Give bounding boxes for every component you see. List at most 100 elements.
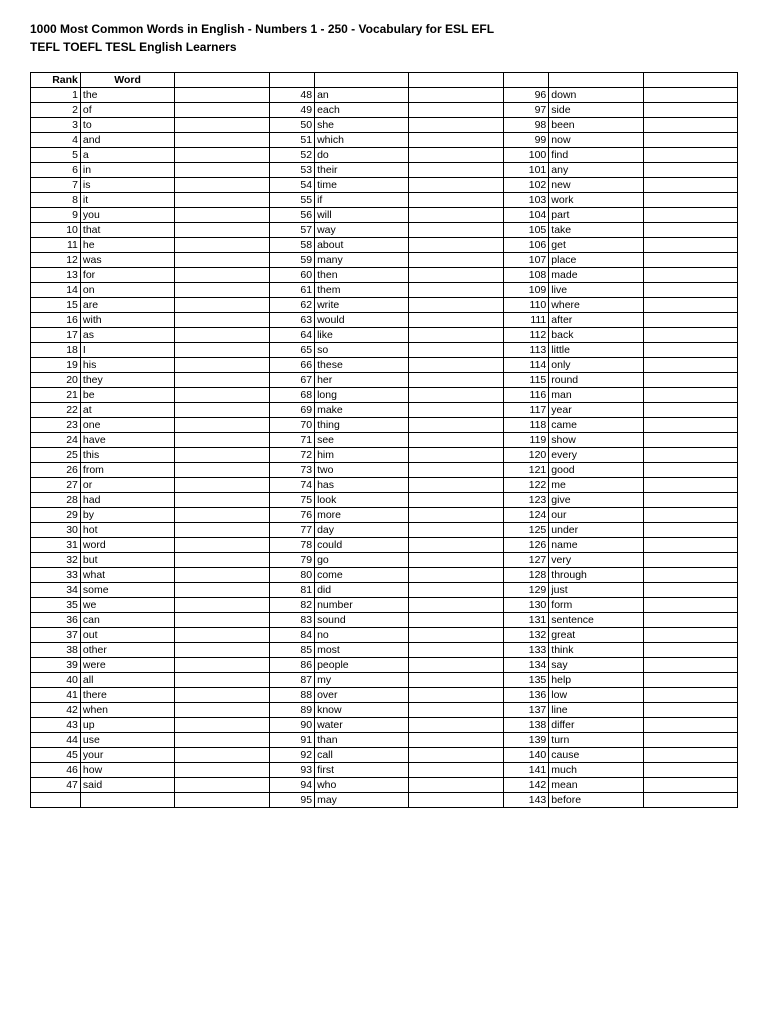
word-cell: most (315, 643, 409, 658)
word-cell: my (315, 673, 409, 688)
rank-cell: 120 (503, 448, 549, 463)
rank-cell: 117 (503, 403, 549, 418)
word-cell: them (315, 283, 409, 298)
extra-cell (409, 478, 503, 493)
extra-cell (409, 403, 503, 418)
table-row: 27 or 74 has 122 me (31, 478, 738, 493)
rank-cell: 43 (31, 718, 81, 733)
word-cell (80, 793, 174, 808)
extra-cell (409, 253, 503, 268)
rank-cell (31, 793, 81, 808)
word-cell: can (80, 613, 174, 628)
word-cell: say (549, 658, 643, 673)
extra-cell (643, 313, 737, 328)
extra-cell (643, 763, 737, 778)
table-row: 26 from 73 two 121 good (31, 463, 738, 478)
rank-cell: 41 (31, 688, 81, 703)
word-cell: his (80, 358, 174, 373)
rank-cell: 130 (503, 598, 549, 613)
rank-cell: 132 (503, 628, 549, 643)
word-cell: live (549, 283, 643, 298)
rank-cell: 61 (269, 283, 315, 298)
table-row: 24 have 71 see 119 show (31, 433, 738, 448)
rank-cell: 112 (503, 328, 549, 343)
rank-cell: 77 (269, 523, 315, 538)
table-row: 34 some 81 did 129 just (31, 583, 738, 598)
rank-cell: 16 (31, 313, 81, 328)
word-cell: the (80, 88, 174, 103)
table-row: 4 and 51 which 99 now (31, 133, 738, 148)
rank-cell: 119 (503, 433, 549, 448)
rank-cell: 125 (503, 523, 549, 538)
extra-cell (409, 778, 503, 793)
word-cell: low (549, 688, 643, 703)
table-row: 40 all 87 my 135 help (31, 673, 738, 688)
rank-cell: 1 (31, 88, 81, 103)
extra-cell (643, 223, 737, 238)
rank-cell: 111 (503, 313, 549, 328)
extra-cell (643, 628, 737, 643)
extra-cell (409, 313, 503, 328)
word-cell: number (315, 598, 409, 613)
word-cell: your (80, 748, 174, 763)
extra-cell (643, 568, 737, 583)
extra-cell (643, 598, 737, 613)
extra-cell (409, 583, 503, 598)
extra-cell (175, 583, 269, 598)
extra-cell (643, 103, 737, 118)
rank-cell: 75 (269, 493, 315, 508)
word-cell: man (549, 388, 643, 403)
extra-cell (643, 643, 737, 658)
rank-cell: 113 (503, 343, 549, 358)
word-cell: down (549, 88, 643, 103)
word-cell: only (549, 358, 643, 373)
extra-cell (409, 433, 503, 448)
table-row: 47 said 94 who 142 mean (31, 778, 738, 793)
rank-cell: 12 (31, 253, 81, 268)
rank-cell: 72 (269, 448, 315, 463)
table-row: 22 at 69 make 117 year (31, 403, 738, 418)
word-cell: so (315, 343, 409, 358)
word-cell: very (549, 553, 643, 568)
rank-cell: 82 (269, 598, 315, 613)
word-cell: come (315, 568, 409, 583)
word-cell: came (549, 418, 643, 433)
rank-cell: 40 (31, 673, 81, 688)
rank-cell: 39 (31, 658, 81, 673)
rank-cell: 86 (269, 658, 315, 673)
word-cell: long (315, 388, 409, 403)
rank-cell: 139 (503, 733, 549, 748)
word-cell: two (315, 463, 409, 478)
word-cell: first (315, 763, 409, 778)
extra-cell (175, 778, 269, 793)
word-cell: all (80, 673, 174, 688)
rank-cell: 26 (31, 463, 81, 478)
rank-cell: 129 (503, 583, 549, 598)
extra-cell (175, 343, 269, 358)
extra-cell (643, 583, 737, 598)
extra-cell (409, 538, 503, 553)
word-cell: through (549, 568, 643, 583)
word-cell: their (315, 163, 409, 178)
word-cell: go (315, 553, 409, 568)
table-row: 8 it 55 if 103 work (31, 193, 738, 208)
rank-cell: 133 (503, 643, 549, 658)
extra-cell (175, 358, 269, 373)
rank-cell: 42 (31, 703, 81, 718)
rank-cell: 51 (269, 133, 315, 148)
table-body: Rank Word 1 the 48 an 96 down 2 of 49 ea… (31, 73, 738, 808)
extra-cell (643, 463, 737, 478)
rank-cell: 3 (31, 118, 81, 133)
rank-cell: 28 (31, 493, 81, 508)
rank-cell: 65 (269, 343, 315, 358)
extra-cell (409, 448, 503, 463)
rank-cell: 73 (269, 463, 315, 478)
word-cell: find (549, 148, 643, 163)
rank-cell: 96 (503, 88, 549, 103)
rank-cell: 38 (31, 643, 81, 658)
rank-cell: 22 (31, 403, 81, 418)
extra-cell (643, 553, 737, 568)
extra-cell (175, 568, 269, 583)
extra-cell (175, 463, 269, 478)
extra-cell (643, 238, 737, 253)
